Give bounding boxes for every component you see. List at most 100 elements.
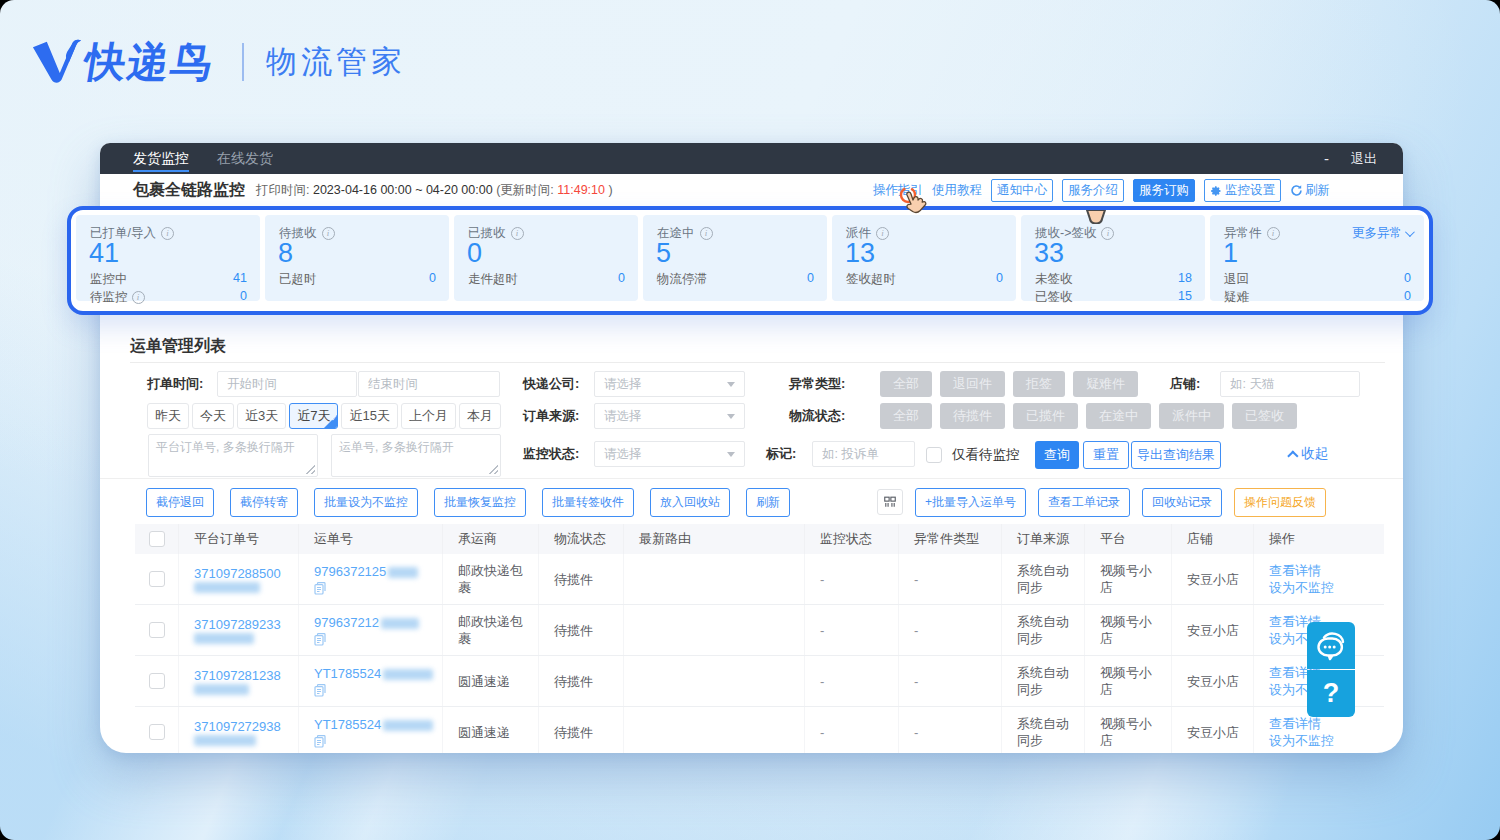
stat-sub-value[interactable]: 0 xyxy=(240,289,247,306)
quick-date-3days[interactable]: 近3天 xyxy=(237,403,286,429)
refresh-button[interactable]: 刷新 xyxy=(1290,182,1330,199)
more-abnormal-link[interactable]: 更多异常 xyxy=(1352,225,1412,242)
platform-order-textarea[interactable]: 平台订单号, 多条换行隔开 xyxy=(148,434,318,477)
info-icon[interactable]: i xyxy=(132,291,145,304)
info-icon[interactable]: i xyxy=(322,227,335,240)
intercept-return-button[interactable]: 截停退回 xyxy=(146,488,214,517)
guide-link[interactable]: 操作指引 xyxy=(873,182,923,199)
row-checkbox[interactable] xyxy=(149,673,165,689)
tutorial-link[interactable]: 使用教程 xyxy=(932,182,982,199)
copy-icon[interactable] xyxy=(314,735,326,748)
collapse-filters-link[interactable]: 收起 xyxy=(1291,445,1328,463)
info-icon[interactable]: i xyxy=(161,227,174,240)
copy-icon[interactable] xyxy=(314,582,326,595)
view-details-link[interactable]: 查看详情 xyxy=(1269,715,1374,732)
stat-value[interactable]: 8 xyxy=(278,238,293,269)
waybill-link[interactable]: YT1785524 xyxy=(314,666,381,681)
stat-sub-value[interactable]: 0 xyxy=(1404,289,1411,306)
stat-value[interactable]: 1 xyxy=(1223,238,1238,269)
abnormal-chip-rejected[interactable]: 拒签 xyxy=(1013,371,1065,397)
abnormal-chip-all[interactable]: 全部 xyxy=(880,371,932,397)
row-checkbox[interactable] xyxy=(149,622,165,638)
notification-center-button[interactable]: 通知中心 xyxy=(991,179,1053,202)
service-intro-button[interactable]: 服务介绍 xyxy=(1062,179,1124,202)
logistics-chip-in-transit[interactable]: 在途中 xyxy=(1086,403,1151,429)
platform-order-link[interactable]: 371097272938 xyxy=(194,718,288,735)
monitor-settings-button[interactable]: 监控设置 xyxy=(1204,179,1281,202)
stat-sub-value[interactable]: 18 xyxy=(1178,271,1192,288)
recycle-bin-records-button[interactable]: 回收站记录 xyxy=(1142,488,1222,517)
set-unmonitor-link[interactable]: 设为不监控 xyxy=(1269,579,1374,596)
info-icon[interactable]: i xyxy=(876,227,889,240)
select-all-checkbox[interactable] xyxy=(149,531,165,547)
info-icon[interactable]: i xyxy=(700,227,713,240)
stat-value[interactable]: 33 xyxy=(1034,238,1064,269)
batch-restore-monitor-button[interactable]: 批量恢复监控 xyxy=(434,488,526,517)
row-checkbox[interactable] xyxy=(149,724,165,740)
stat-value[interactable]: 13 xyxy=(845,238,875,269)
logistics-chip-signed[interactable]: 已签收 xyxy=(1232,403,1297,429)
quick-date-this-month[interactable]: 本月 xyxy=(459,403,501,429)
stat-sub-value[interactable]: 15 xyxy=(1178,289,1192,306)
column-settings-button[interactable] xyxy=(877,489,903,515)
service-order-button[interactable]: 服务订购 xyxy=(1133,179,1195,202)
abnormal-chip-returned[interactable]: 退回件 xyxy=(940,371,1005,397)
info-icon[interactable]: i xyxy=(1101,227,1114,240)
move-to-recycle-button[interactable]: 放入回收站 xyxy=(650,488,730,517)
logistics-chip-pending-pickup[interactable]: 待揽件 xyxy=(940,403,1005,429)
shop-input[interactable]: 如: 天猫 xyxy=(1220,371,1360,397)
help-button[interactable]: ? xyxy=(1307,670,1355,717)
logout-button[interactable]: 退出 xyxy=(1351,150,1377,168)
stat-sub-value[interactable]: 0 xyxy=(807,271,814,288)
stat-sub-value[interactable]: 41 xyxy=(233,271,247,288)
tab-online-shipping[interactable]: 在线发货 xyxy=(217,143,273,174)
only-pending-checkbox[interactable] xyxy=(926,447,942,463)
waybill-link[interactable]: YT1785524 xyxy=(314,717,381,732)
quick-date-yesterday[interactable]: 昨天 xyxy=(147,403,189,429)
customer-service-button[interactable] xyxy=(1307,622,1355,669)
refresh-list-button[interactable]: 刷新 xyxy=(746,488,790,517)
end-time-input[interactable]: 结束时间 xyxy=(358,371,500,397)
copy-icon[interactable] xyxy=(314,684,326,697)
set-unmonitor-link[interactable]: 设为不监控 xyxy=(1269,732,1374,749)
view-ticket-records-button[interactable]: 查看工单记录 xyxy=(1038,488,1130,517)
start-time-input[interactable]: 开始时间 xyxy=(217,371,357,397)
query-button[interactable]: 查询 xyxy=(1035,441,1079,469)
feedback-button[interactable]: 操作问题反馈 xyxy=(1234,488,1326,517)
copy-icon[interactable] xyxy=(314,633,326,646)
stat-value[interactable]: 0 xyxy=(467,238,482,269)
minimize-button[interactable]: - xyxy=(1324,150,1329,167)
batch-unmonitor-button[interactable]: 批量设为不监控 xyxy=(314,488,418,517)
platform-order-link[interactable]: 371097288500 xyxy=(194,565,288,582)
waybill-textarea[interactable]: 运单号, 多条换行隔开 xyxy=(331,434,501,477)
quick-date-7days[interactable]: 近7天✓ xyxy=(289,403,338,429)
export-results-button[interactable]: 导出查询结果 xyxy=(1131,441,1221,469)
quick-date-15days[interactable]: 近15天 xyxy=(341,403,397,429)
logistics-chip-delivering[interactable]: 派件中 xyxy=(1159,403,1224,429)
stat-value[interactable]: 5 xyxy=(656,238,671,269)
quick-date-today[interactable]: 今天 xyxy=(192,403,234,429)
reset-button[interactable]: 重置 xyxy=(1083,441,1129,469)
intercept-forward-button[interactable]: 截停转寄 xyxy=(230,488,298,517)
waybill-link[interactable]: 9796372125 xyxy=(314,564,386,579)
waybill-link[interactable]: 979637212 xyxy=(314,615,379,630)
monitor-status-select[interactable]: 请选择 xyxy=(594,441,745,467)
info-icon[interactable]: i xyxy=(1267,227,1280,240)
stat-sub-value[interactable]: 0 xyxy=(996,271,1003,288)
resize-grip[interactable] xyxy=(306,465,315,474)
order-source-select[interactable]: 请选择 xyxy=(594,403,745,429)
abnormal-chip-difficult[interactable]: 疑难件 xyxy=(1073,371,1138,397)
stat-sub-value[interactable]: 0 xyxy=(429,271,436,288)
logistics-chip-picked[interactable]: 已揽件 xyxy=(1013,403,1078,429)
platform-order-link[interactable]: 371097281238 xyxy=(194,667,288,684)
platform-order-link[interactable]: 371097289233 xyxy=(194,616,288,633)
batch-sign-button[interactable]: 批量转签收件 xyxy=(542,488,634,517)
express-company-select[interactable]: 请选择 xyxy=(594,371,745,397)
stat-sub-value[interactable]: 0 xyxy=(1404,271,1411,288)
stat-sub-value[interactable]: 0 xyxy=(618,271,625,288)
stat-value[interactable]: 41 xyxy=(89,238,119,269)
mark-input[interactable]: 如: 投诉单 xyxy=(812,441,915,467)
info-icon[interactable]: i xyxy=(511,227,524,240)
row-checkbox[interactable] xyxy=(149,571,165,587)
logistics-chip-all[interactable]: 全部 xyxy=(880,403,932,429)
